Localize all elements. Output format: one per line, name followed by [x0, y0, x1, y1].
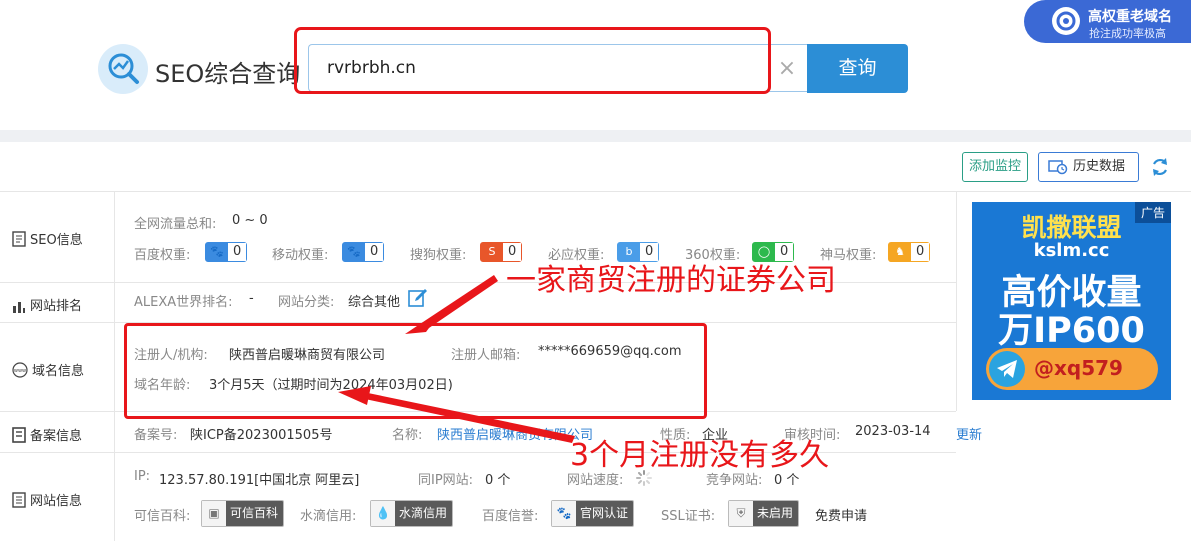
annotation-age-note: 3个月注册没有多久 — [570, 438, 830, 473]
annotation-arrow-age — [365, 393, 575, 443]
annotation-arrow-age-head — [338, 386, 371, 405]
annotation-arrow-company — [405, 275, 498, 334]
annotation-company-note: 一家商贸注册的证券公司 — [506, 263, 836, 298]
